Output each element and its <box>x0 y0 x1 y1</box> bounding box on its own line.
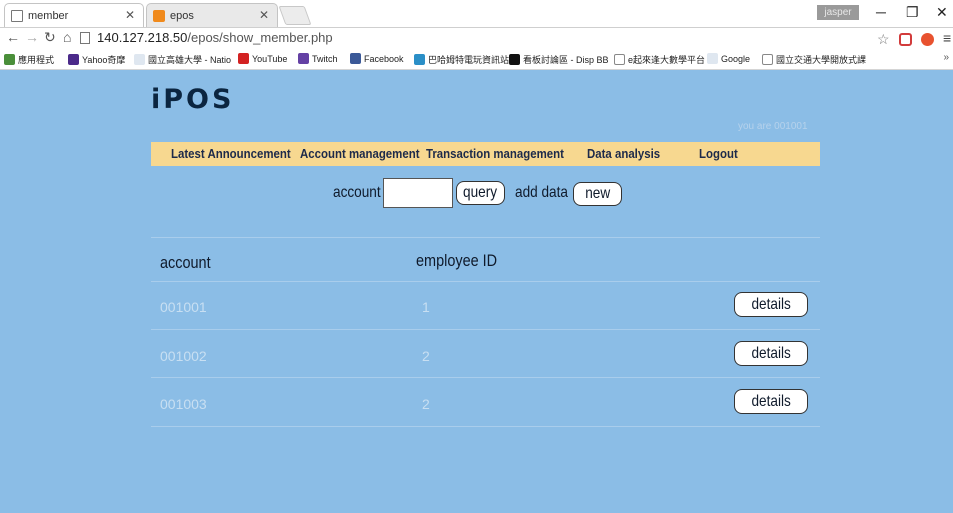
google-icon <box>707 53 718 64</box>
home-icon[interactable]: ⌂ <box>63 29 71 45</box>
details-button[interactable]: details <box>734 389 808 414</box>
bookmarks-bar: 應用程式 Yahoo奇摩 國立高雄大學 - Natio YouTube Twit… <box>0 50 953 70</box>
divider <box>151 329 820 330</box>
page-content: iPOS you are 001001 Latest Announcement … <box>0 70 953 513</box>
divider <box>151 377 820 378</box>
address-bar-row: ← → ↻ ⌂ 140.127.218.50/epos/show_member.… <box>0 28 953 49</box>
bookmark-item[interactable]: 看板討論區 - Disp BB <box>509 53 609 66</box>
page-icon <box>614 54 625 65</box>
cell-employee-id: 2 <box>422 396 430 412</box>
divider <box>151 237 820 238</box>
url-host: 140.127.218.50 <box>97 30 188 45</box>
query-button[interactable]: query <box>456 181 505 205</box>
add-data-label: add data <box>515 184 568 201</box>
page-icon <box>11 9 23 22</box>
app-logo: iPOS <box>151 84 235 115</box>
yahoo-icon <box>68 54 79 65</box>
back-arrow-icon[interactable]: ← <box>6 29 20 45</box>
cell-employee-id: 1 <box>422 299 430 315</box>
forward-arrow-icon[interactable]: → <box>25 29 39 45</box>
youtube-icon <box>238 53 249 64</box>
tab-epos[interactable]: epos ✕ <box>146 3 278 27</box>
page-icon <box>80 32 90 44</box>
bookmark-item[interactable]: Facebook <box>350 53 404 64</box>
bookmark-item[interactable]: YouTube <box>238 53 287 64</box>
url-field[interactable]: 140.127.218.50/epos/show_member.php <box>80 30 333 45</box>
apps-icon <box>4 54 15 65</box>
disp-icon <box>509 54 520 65</box>
extension-icon[interactable] <box>899 33 912 46</box>
divider <box>151 281 820 282</box>
extension-icon[interactable] <box>921 33 934 46</box>
close-window-icon[interactable]: ✕ <box>936 4 948 21</box>
tab-member[interactable]: member ✕ <box>4 3 144 27</box>
twitch-icon <box>298 53 309 64</box>
cell-employee-id: 2 <box>422 348 430 364</box>
close-icon[interactable]: ✕ <box>125 8 135 22</box>
nav-account-management[interactable]: Account management <box>300 146 420 161</box>
details-button[interactable]: details <box>734 292 808 317</box>
browser-tab-bar: member ✕ epos ✕ jasper ─ ❐ ✕ <box>0 0 953 28</box>
bookmark-item[interactable]: Google <box>707 53 750 64</box>
bookmark-item[interactable]: Yahoo奇摩 <box>68 53 125 66</box>
url-path: /epos/show_member.php <box>187 30 333 45</box>
cell-account: 001002 <box>160 348 207 364</box>
restore-icon[interactable]: ❐ <box>906 4 919 21</box>
nav-transaction-management[interactable]: Transaction management <box>426 146 564 161</box>
details-button[interactable]: details <box>734 341 808 366</box>
epos-favicon-icon <box>153 9 165 22</box>
page-icon <box>762 54 773 65</box>
minimize-icon[interactable]: ─ <box>876 4 886 20</box>
bookmark-item[interactable]: 國立高雄大學 - Natio <box>134 53 231 66</box>
column-header-account: account <box>160 253 211 272</box>
bookmark-item[interactable]: 巴哈姆特電玩資訊站 <box>414 53 509 66</box>
new-tab-button[interactable] <box>278 6 312 25</box>
more-bookmarks-icon[interactable]: » <box>943 52 949 63</box>
menu-icon[interactable]: ≡ <box>943 30 951 46</box>
google-icon <box>134 54 145 65</box>
bahamut-icon <box>414 54 425 65</box>
tab-title: member <box>28 9 69 22</box>
account-input[interactable] <box>383 178 453 208</box>
cell-account: 001003 <box>160 396 207 412</box>
bookmark-item[interactable]: e起來逢大數學平台 <box>614 53 705 66</box>
bookmark-item[interactable]: 應用程式 <box>4 53 54 66</box>
nav-data-analysis[interactable]: Data analysis <box>587 146 660 161</box>
nav-logout[interactable]: Logout <box>699 146 738 161</box>
column-header-employee-id: employee ID <box>416 251 498 270</box>
new-button[interactable]: new <box>573 182 622 206</box>
account-label: account : <box>333 184 389 201</box>
facebook-icon <box>350 53 361 64</box>
divider <box>151 426 820 427</box>
profile-badge[interactable]: jasper <box>817 5 859 20</box>
bookmark-star-icon[interactable]: ☆ <box>877 31 890 48</box>
current-user-text: you are 001001 <box>738 121 808 132</box>
close-icon[interactable]: ✕ <box>259 8 269 22</box>
bookmark-item[interactable]: Twitch <box>298 53 338 64</box>
main-nav: Latest Announcement Account management T… <box>151 142 820 166</box>
search-row: account : query add data new <box>0 178 953 208</box>
cell-account: 001001 <box>160 299 207 315</box>
tab-title: epos <box>170 9 194 22</box>
bookmark-item[interactable]: 國立交通大學開放式課 <box>762 53 866 66</box>
nav-latest-announcement[interactable]: Latest Announcement <box>171 146 291 161</box>
reload-icon[interactable]: ↻ <box>44 29 56 46</box>
